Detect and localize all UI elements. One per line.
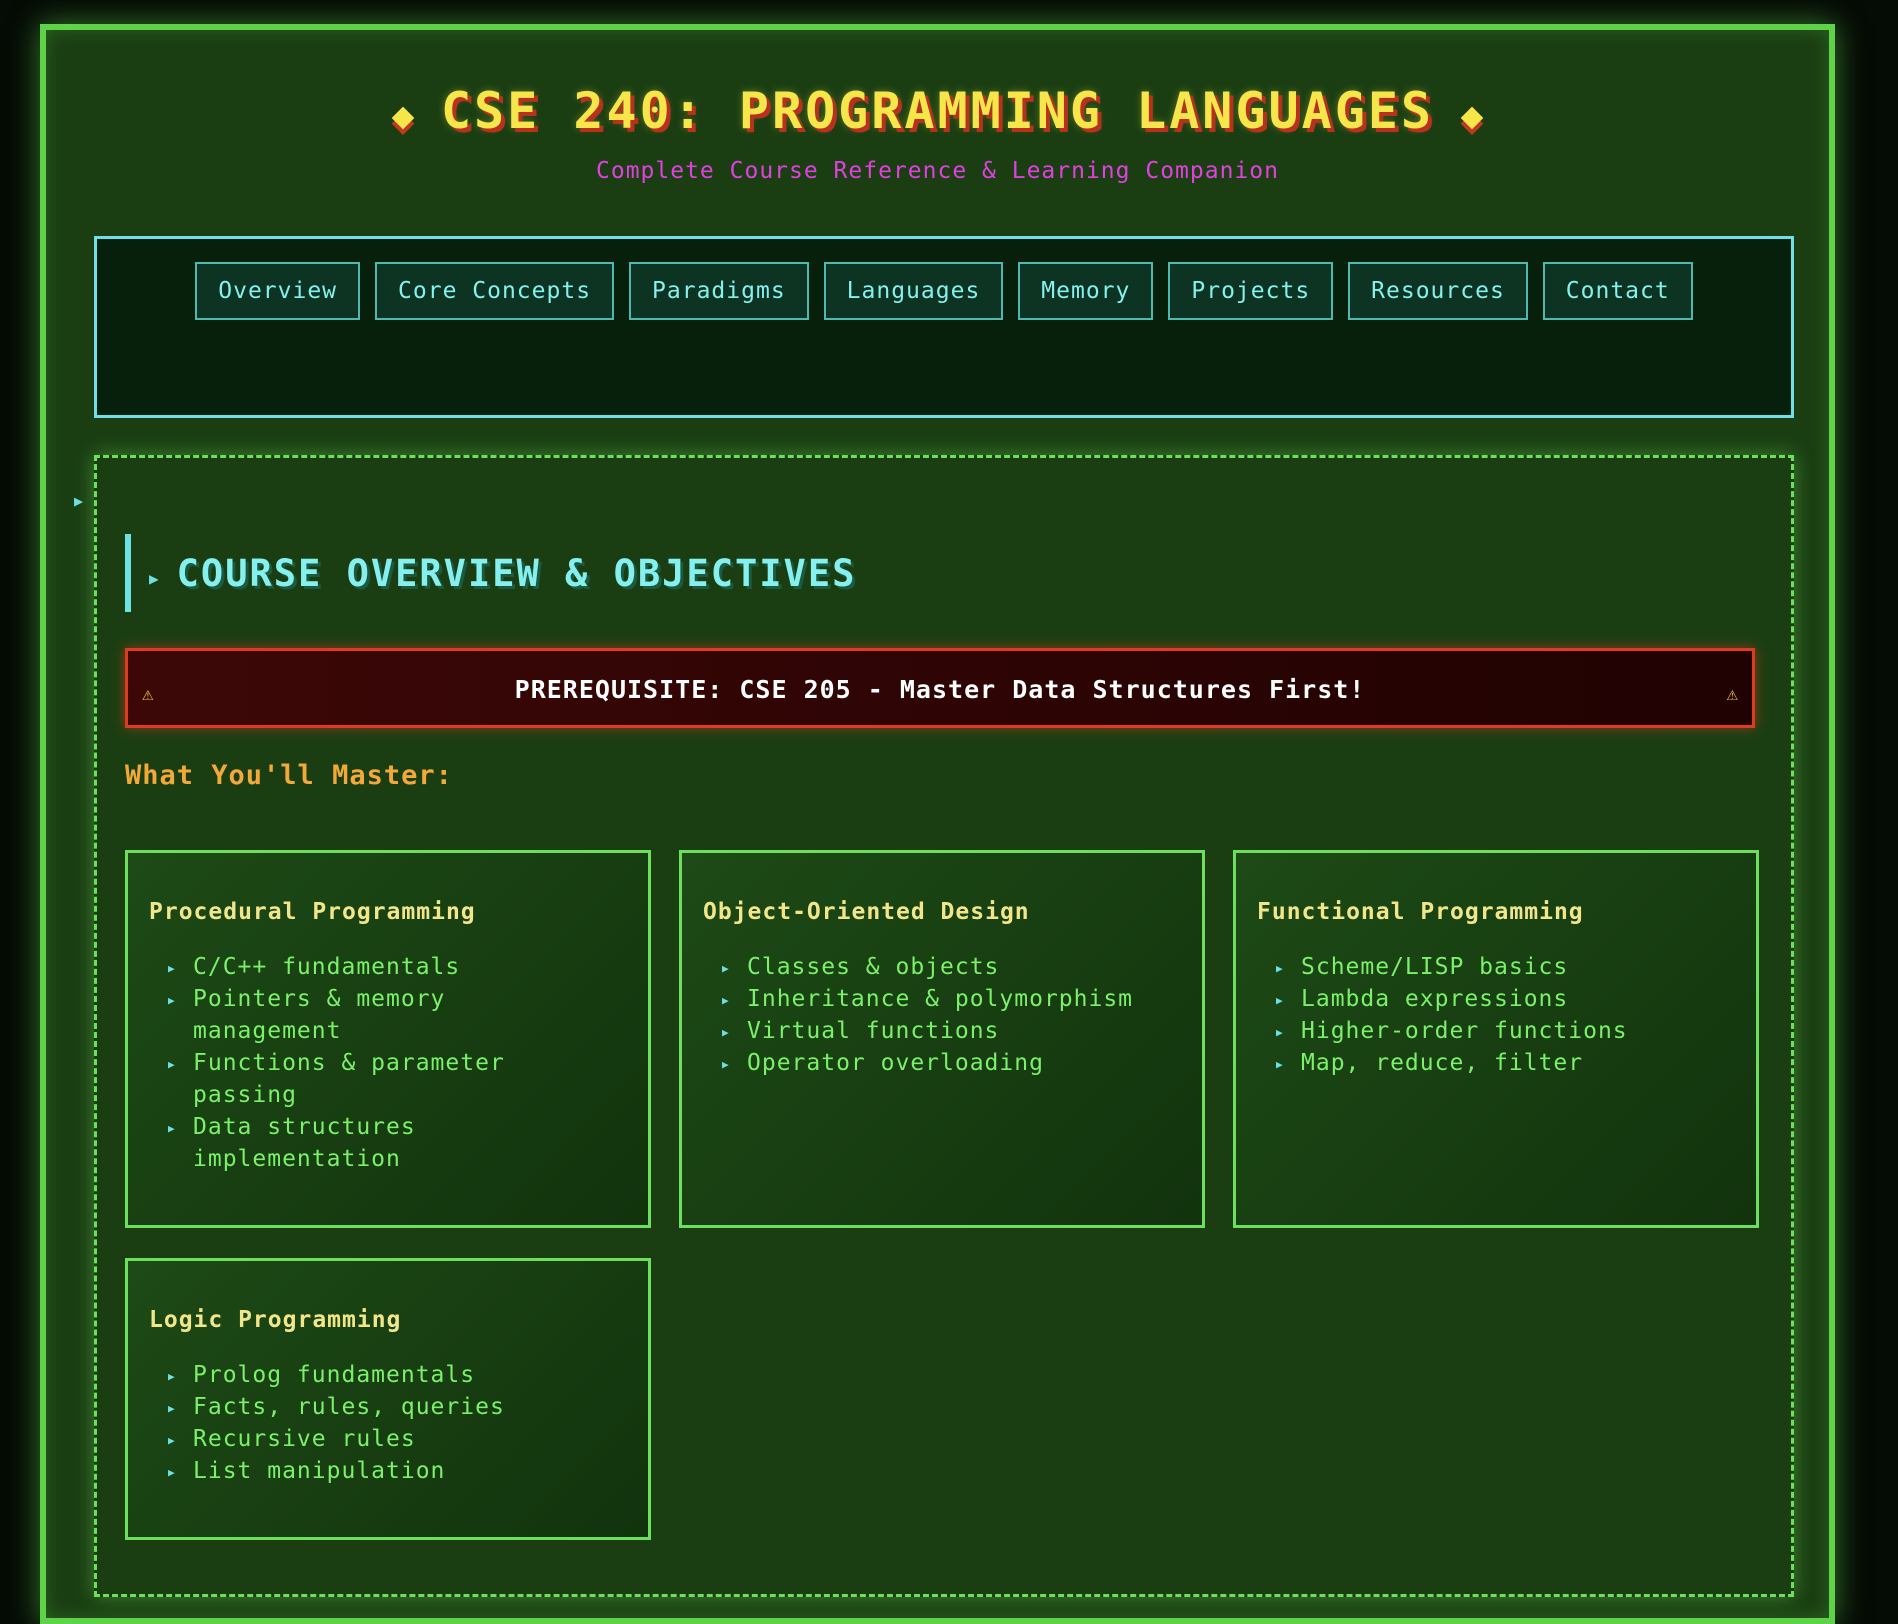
prerequisite-alert: ⚠ PREREQUISITE: CSE 205 - Master Data St… bbox=[125, 648, 1755, 728]
title-row: CSE 240: PROGRAMMING LANGUAGES bbox=[46, 82, 1829, 140]
list-item: ▶ Recursive rules bbox=[168, 1423, 598, 1455]
card-title: Procedural Programming bbox=[149, 899, 476, 925]
paradigm-card-logic: Logic Programming ▶ Prolog fundamentals ▶… bbox=[125, 1258, 651, 1540]
list-item: ▶ Pointers & memory management bbox=[168, 986, 446, 1044]
bullet-icon: ▶ bbox=[722, 1026, 730, 1039]
nav-projects-button[interactable]: Projects bbox=[1168, 262, 1334, 320]
bullet-icon: ▶ bbox=[168, 1058, 176, 1071]
paradigm-card-functional: Functional Programming ▶ Scheme/LISP basi… bbox=[1233, 850, 1759, 1228]
list-item: ▶ Functions & parameter passing bbox=[168, 1050, 505, 1108]
page-subtitle: Complete Course Reference & Learning Com… bbox=[596, 158, 1279, 184]
bullet-icon: ▶ bbox=[722, 994, 730, 1007]
bullet-icon: ▶ bbox=[168, 1370, 176, 1383]
prerequisite-alert-text: PREREQUISITE: CSE 205 - Master Data Stru… bbox=[514, 675, 1366, 704]
list-item: ▶ Facts, rules, queries bbox=[168, 1391, 598, 1423]
list-item: ▶ List manipulation bbox=[168, 1455, 598, 1487]
card-title: Logic Programming bbox=[149, 1307, 402, 1333]
warning-right-icon: ⚠ bbox=[1726, 683, 1738, 705]
bullet-icon: ▶ bbox=[168, 962, 176, 975]
section-arrow-icon: ▶ bbox=[149, 568, 159, 588]
list-item: ▶ C/C++ fundamentals bbox=[168, 951, 598, 983]
bullet-icon: ▶ bbox=[168, 994, 176, 1007]
list-item: ▶ Lambda expressions bbox=[1276, 983, 1706, 1015]
list-item: ▶ Scheme/LISP basics bbox=[1276, 951, 1706, 983]
card-title: Functional Programming bbox=[1257, 899, 1584, 925]
card-title: Object-Oriented Design bbox=[703, 899, 1030, 925]
bullet-icon: ▶ bbox=[1276, 1026, 1284, 1039]
bullet-icon: ▶ bbox=[168, 1434, 176, 1447]
bullet-icon: ▶ bbox=[168, 1402, 176, 1415]
list-item: ▶ Prolog fundamentals bbox=[168, 1359, 598, 1391]
paradigm-card-object-oriented: Object-Oriented Design ▶ Classes & object… bbox=[679, 850, 1205, 1228]
master-heading: What You'll Master: bbox=[125, 760, 453, 791]
paradigm-card-procedural: Procedural Programming ▶ C/C++ fundamenta… bbox=[125, 850, 651, 1228]
page-header: CSE 240: PROGRAMMING LANGUAGES Complete … bbox=[46, 30, 1829, 184]
page-title: CSE 240: PROGRAMMING LANGUAGES bbox=[440, 82, 1435, 140]
list-item: ▶ Classes & objects bbox=[722, 951, 1152, 983]
overview-section: ▶ COURSE OVERVIEW & OBJECTIVES ⚠ PREREQU… bbox=[94, 455, 1794, 1597]
bullet-icon: ▶ bbox=[722, 962, 730, 975]
bullet-icon: ▶ bbox=[168, 1466, 176, 1479]
list-item: ▶ Inheritance & polymorphism bbox=[722, 983, 1152, 1015]
card-list: ▶ Classes & objects ▶ Inheritance & polymo… bbox=[722, 951, 1152, 1079]
nav-core-concepts-button[interactable]: Core Concepts bbox=[375, 262, 615, 320]
card-list: ▶ C/C++ fundamentals ▶ Pointers & memory m… bbox=[168, 951, 598, 1175]
list-item: ▶ Operator overloading bbox=[722, 1047, 1152, 1079]
bullet-icon: ▶ bbox=[722, 1058, 730, 1071]
card-list: ▶ Scheme/LISP basics ▶ Lambda expressions … bbox=[1276, 951, 1706, 1079]
list-item: ▶ Map, reduce, filter bbox=[1276, 1047, 1706, 1079]
bullet-icon: ▶ bbox=[168, 1122, 176, 1135]
nav-languages-button[interactable]: Languages bbox=[823, 262, 1004, 320]
bullet-icon: ▶ bbox=[1276, 994, 1284, 1007]
bullet-icon: ▶ bbox=[1276, 962, 1284, 975]
nav-overview-button[interactable]: Overview bbox=[195, 262, 361, 320]
nav-memory-button[interactable]: Memory bbox=[1018, 262, 1154, 320]
main-nav: Overview Core Concepts Paradigms Languag… bbox=[94, 236, 1794, 418]
list-item: ▶ Data structures implementation bbox=[168, 1114, 416, 1172]
section-header: ▶ COURSE OVERVIEW & OBJECTIVES bbox=[125, 534, 856, 612]
bullet-icon: ▶ bbox=[1276, 1058, 1284, 1071]
section-title: COURSE OVERVIEW & OBJECTIVES bbox=[176, 551, 857, 595]
nav-resources-button[interactable]: Resources bbox=[1348, 262, 1528, 320]
list-item: ▶ Higher-order functions bbox=[1276, 1015, 1706, 1047]
nav-paradigms-button[interactable]: Paradigms bbox=[629, 262, 809, 320]
diamond-left-icon bbox=[391, 106, 415, 130]
card-list: ▶ Prolog fundamentals ▶ Facts, rules, quer… bbox=[168, 1359, 598, 1487]
nav-contact-button[interactable]: Contact bbox=[1542, 262, 1693, 320]
diamond-right-icon bbox=[1460, 106, 1484, 130]
list-item: ▶ Virtual functions bbox=[722, 1015, 1152, 1047]
section-marker-arrow-icon: ▶ bbox=[74, 492, 84, 510]
page-frame: CSE 240: PROGRAMMING LANGUAGES Complete … bbox=[40, 24, 1835, 1624]
